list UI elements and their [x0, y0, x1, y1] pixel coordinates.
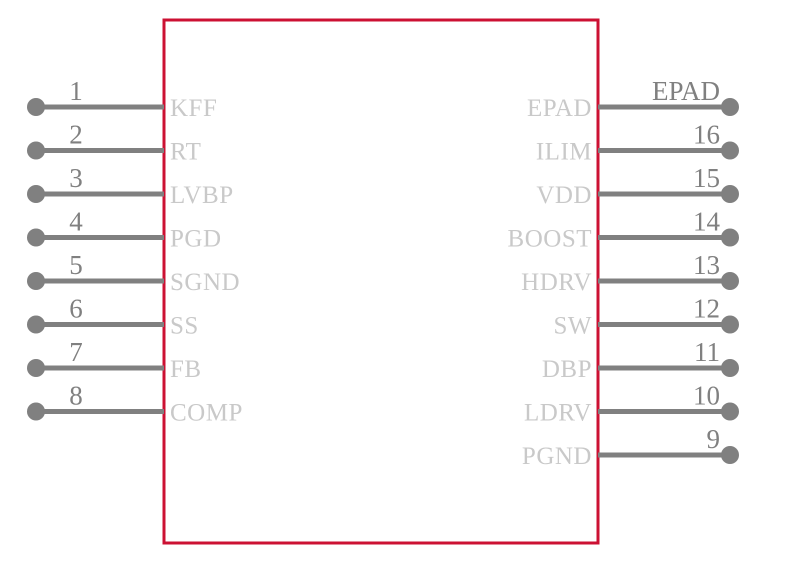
pin-EPAD[interactable]: EPAD EPAD	[527, 76, 739, 122]
pin-9[interactable]: PGND 9	[522, 424, 739, 470]
pin-connection-dot[interactable]	[721, 315, 739, 334]
pin-15[interactable]: VDD 15	[536, 163, 739, 209]
pin-connection-dot[interactable]	[721, 402, 739, 421]
pin-number-label: 5	[69, 250, 83, 280]
pin-number-label: 3	[69, 163, 83, 193]
pin-name-label: PGND	[522, 443, 592, 470]
pin-connection-dot[interactable]	[27, 315, 45, 334]
pin-connection-dot[interactable]	[27, 228, 45, 247]
pin-name-label: EPAD	[527, 95, 592, 122]
pin-10[interactable]: LDRV 10	[524, 381, 739, 427]
pin-name-label: LVBP	[170, 182, 234, 209]
pin-8[interactable]: COMP 8	[27, 381, 243, 427]
pin-name-label: DBP	[542, 356, 592, 383]
pin-number-label: 16	[693, 120, 720, 150]
pin-connection-dot[interactable]	[27, 98, 45, 116]
pin-number-label: 12	[693, 294, 720, 324]
pin-name-label: BOOST	[508, 226, 592, 253]
pin-name-label: LDRV	[524, 400, 592, 427]
pin-name-label: PGD	[170, 226, 222, 253]
pin-number-label: 10	[693, 381, 720, 411]
pin-connection-dot[interactable]	[27, 402, 45, 421]
pin-name-label: HDRV	[521, 269, 592, 296]
pin-11[interactable]: DBP 11	[542, 337, 739, 383]
pin-name-label: ILIM	[536, 139, 592, 166]
pin-number-label: 4	[69, 207, 83, 237]
pin-number-label: 14	[693, 207, 721, 237]
pin-name-label: SGND	[170, 269, 240, 296]
pin-name-label: SW	[554, 313, 593, 340]
pin-connection-dot[interactable]	[721, 228, 739, 247]
pin-number-label: 15	[693, 163, 720, 193]
pin-16[interactable]: ILIM 16	[536, 120, 739, 166]
pin-number-label: 11	[694, 337, 720, 367]
pin-3[interactable]: LVBP 3	[27, 163, 234, 209]
pin-connection-dot[interactable]	[721, 359, 739, 377]
pin-4[interactable]: PGD 4	[27, 207, 222, 253]
pin-name-label: KFF	[170, 95, 217, 122]
pin-2[interactable]: RT 2	[27, 120, 201, 166]
pin-7[interactable]: FB 7	[27, 337, 202, 383]
pin-name-label: RT	[170, 139, 201, 166]
pin-connection-dot[interactable]	[721, 141, 739, 160]
schematic-symbol-drawing: KFF1RT2LVBP3PGD4SGND5SS6FB7COMP8 EPADEPA…	[27, 18, 739, 545]
pin-number-label: 8	[69, 381, 83, 411]
pin-connection-dot[interactable]	[721, 272, 739, 290]
pin-name-label: VDD	[536, 182, 592, 209]
pin-connection-dot[interactable]	[721, 98, 739, 116]
pin-number-label: 1	[69, 76, 83, 106]
pin-12[interactable]: SW 12	[554, 294, 740, 340]
pin-connection-dot[interactable]	[27, 185, 45, 203]
pin-number-label: 7	[69, 337, 83, 367]
pin-name-label: SS	[170, 313, 199, 340]
pin-5[interactable]: SGND 5	[27, 250, 240, 296]
right-pin-group: EPAD EPAD ILIM 16 VDD 15 BOOST 14 HDRV 13 SW 12 DBP 1…	[508, 76, 739, 470]
pin-13[interactable]: HDRV 13	[521, 250, 739, 296]
pin-connection-dot[interactable]	[27, 272, 45, 290]
pin-connection-dot[interactable]	[27, 141, 45, 160]
pin-name-label: COMP	[170, 400, 243, 427]
pin-number-label: 9	[707, 424, 721, 454]
pin-14[interactable]: BOOST 14	[508, 207, 739, 253]
pin-name-label: FB	[170, 356, 202, 383]
pin-1[interactable]: KFF 1	[27, 76, 217, 122]
pin-number-label: 6	[69, 294, 83, 324]
pin-number-label: EPAD	[652, 76, 720, 106]
schematic-symbol-canvas: KFF 1 RT 2 LVBP 3 PGD 4 SGND 5 SS 6 FB 7 COMP 8 EPAD EPA…	[0, 0, 800, 563]
pin-number-label: 13	[693, 250, 720, 280]
pin-number-label: 2	[69, 120, 83, 150]
left-pin-group: KFF 1 RT 2 LVBP 3 PGD 4 SGND 5 SS 6 FB 7 COMP 8	[27, 76, 243, 427]
pin-connection-dot[interactable]	[721, 185, 739, 203]
pin-connection-dot[interactable]	[27, 359, 45, 377]
pin-6[interactable]: SS 6	[27, 294, 199, 340]
pin-connection-dot[interactable]	[721, 446, 739, 464]
